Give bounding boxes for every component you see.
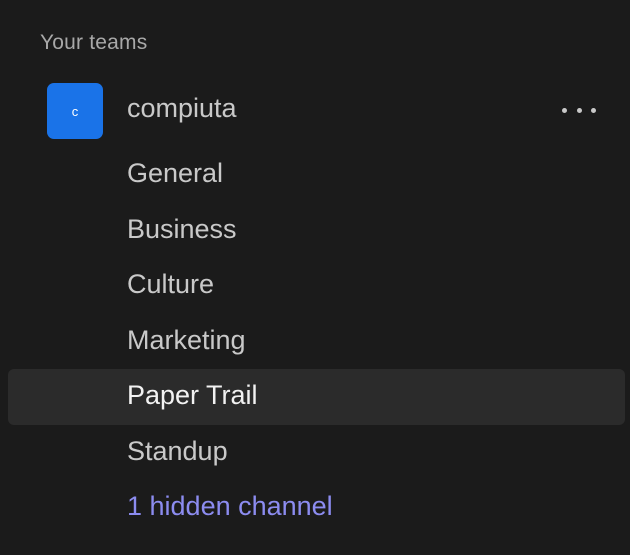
team-avatar[interactable]: c xyxy=(47,83,103,139)
channel-label: Marketing xyxy=(127,324,246,355)
channel-item-culture[interactable]: Culture xyxy=(8,258,625,314)
menu-dot xyxy=(576,107,582,113)
menu-dot xyxy=(562,107,567,113)
channel-list: General Business Culture Marketing Paper… xyxy=(0,147,630,536)
hidden-channels-link[interactable]: 1 hidden channel xyxy=(8,480,625,536)
channel-label: General xyxy=(127,158,224,188)
menu-dot xyxy=(591,107,596,113)
channel-item-standup[interactable]: Standup xyxy=(8,425,625,481)
team-row[interactable]: c compiuta xyxy=(0,80,630,140)
hidden-channels-label: 1 hidden channel xyxy=(127,491,333,521)
channel-item-paper-trail[interactable]: Paper Trail xyxy=(8,369,625,425)
channel-item-marketing[interactable]: Marketing xyxy=(8,314,625,370)
channel-item-general[interactable]: General xyxy=(8,147,625,203)
section-title-your-teams: Your teams xyxy=(40,31,148,54)
more-horizontal-icon[interactable] xyxy=(562,99,596,121)
channel-label: Standup xyxy=(127,435,228,466)
channel-item-business[interactable]: Business xyxy=(8,203,625,259)
channel-label: Culture xyxy=(127,269,215,299)
channel-label: Business xyxy=(127,213,237,244)
team-name[interactable]: compiuta xyxy=(127,93,237,124)
channel-label: Paper Trail xyxy=(127,380,258,410)
